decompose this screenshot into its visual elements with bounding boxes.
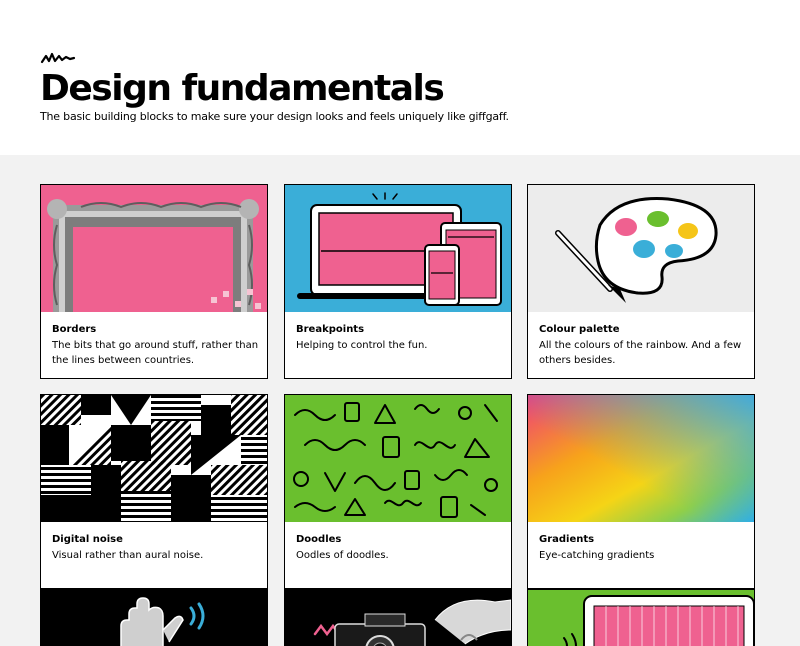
card-colour-palette[interactable]: Colour palette All the colours of the ra… [527, 184, 755, 379]
card-description: Visual rather than aural noise. [52, 550, 204, 561]
card-breakpoints[interactable]: Breakpoints Helping to control the fun. [284, 184, 512, 379]
page-header: Design fundamentals The basic building b… [0, 0, 800, 155]
card-image [528, 590, 754, 646]
card-description: All the colours of the rainbow. And a fe… [539, 340, 742, 366]
card-title: Doodles [296, 534, 342, 545]
card-title: Gradients [539, 534, 595, 545]
card-image [528, 185, 754, 312]
card-doodles[interactable]: Doodles Oodles of doodles. [284, 394, 512, 589]
palette-icon [528, 185, 754, 312]
devices-icon [285, 185, 511, 312]
page-subtitle: The basic building blocks to make sure y… [40, 110, 509, 123]
card-partial-hand[interactable] [40, 589, 268, 646]
card-title: Borders [52, 324, 97, 335]
card-partial-camera[interactable] [284, 589, 512, 646]
card-title: Digital noise [52, 534, 123, 545]
page-title: Design fundamentals [40, 68, 445, 109]
card-image [285, 185, 511, 312]
gradient-icon [528, 395, 754, 522]
camera-icon [285, 590, 511, 646]
card-image [41, 590, 267, 646]
squiggle-icon [40, 52, 76, 64]
card-description: Oodles of doodles. [296, 550, 389, 561]
card-image [41, 395, 267, 522]
card-title: Breakpoints [296, 324, 365, 335]
card-description: Helping to control the fun. [296, 340, 428, 351]
hand-icon [41, 590, 267, 646]
card-grid: Borders The bits that go around stuff, r… [0, 155, 800, 646]
doodle-pattern-icon [285, 395, 511, 522]
card-image [285, 395, 511, 522]
noise-pattern-icon [41, 395, 267, 522]
card-partial-tablet[interactable] [527, 589, 755, 646]
card-description: The bits that go around stuff, rather th… [52, 340, 259, 366]
card-digital-noise[interactable]: Digital noise Visual rather than aural n… [40, 394, 268, 589]
ornate-frame-icon [41, 185, 267, 312]
card-borders[interactable]: Borders The bits that go around stuff, r… [40, 184, 268, 379]
card-image [41, 185, 267, 312]
card-description: Eye-catching gradients [539, 550, 655, 561]
tablet-icon [528, 590, 754, 646]
card-image [528, 395, 754, 522]
card-image [285, 590, 511, 646]
card-gradients[interactable]: Gradients Eye-catching gradients [527, 394, 755, 589]
card-title: Colour palette [539, 324, 620, 335]
